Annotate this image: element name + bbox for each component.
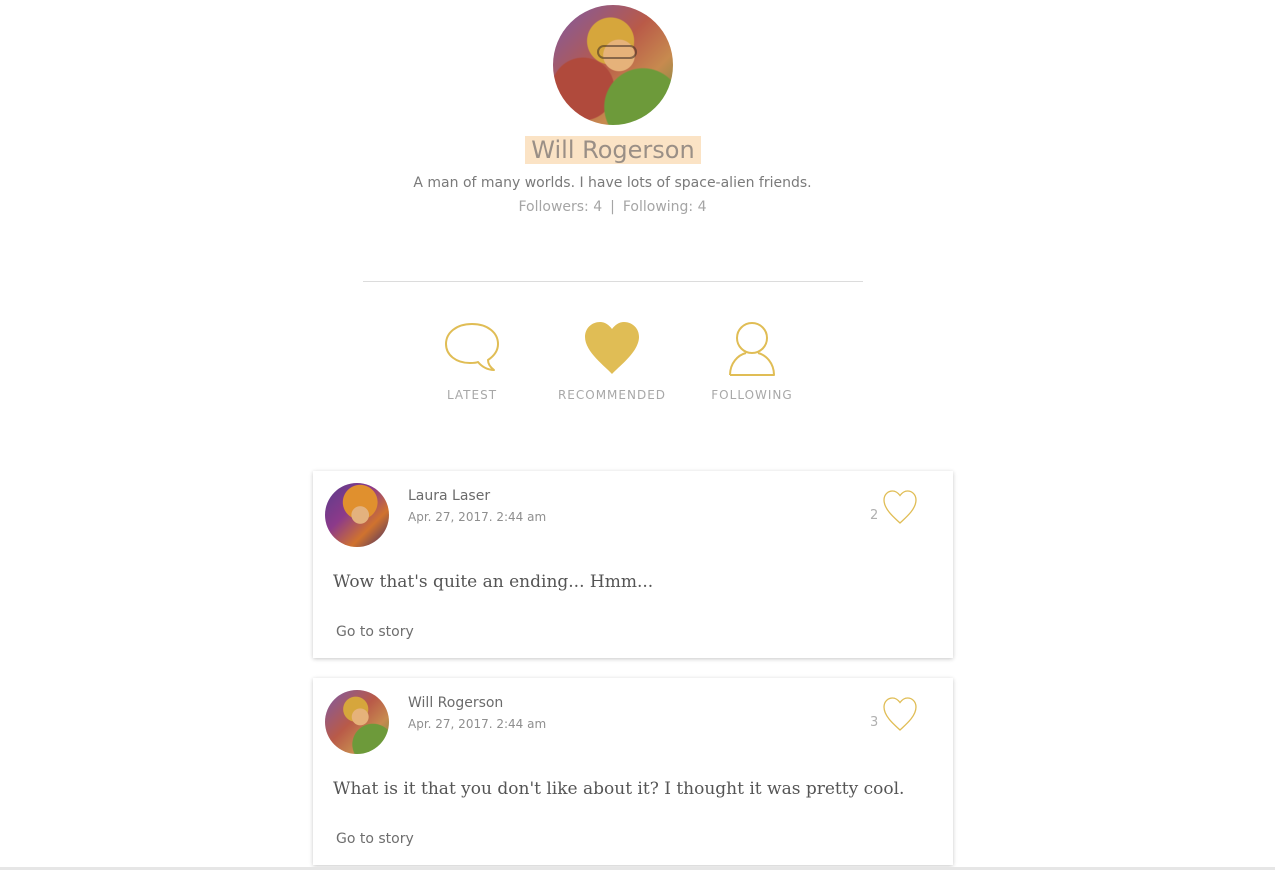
following-count[interactable]: Following: 4: [623, 199, 707, 215]
comment-avatar[interactable]: [325, 483, 389, 547]
comment-text: Wow that's quite an ending... Hmm...: [333, 572, 654, 592]
like-count: 2: [870, 508, 879, 523]
speech-bubble-icon: [445, 323, 499, 371]
comment-date: Apr. 27, 2017. 2:44 am: [408, 510, 547, 524]
tab-following-label: FOLLOWING: [711, 388, 793, 402]
profile-stats: Followers: 4 | Following: 4: [0, 199, 1225, 215]
comment-card: Will Rogerson Apr. 27, 2017. 2:44 am 3 W…: [313, 678, 953, 865]
tab-recommended[interactable]: RECOMMENDED: [547, 318, 677, 402]
comment-date: Apr. 27, 2017. 2:44 am: [408, 717, 547, 731]
like-count: 3: [870, 715, 879, 730]
like-heart-icon[interactable]: [882, 696, 918, 732]
tab-latest[interactable]: LATEST: [407, 318, 537, 402]
heart-icon: [585, 322, 639, 374]
stats-separator: |: [610, 199, 615, 215]
profile-avatar: [553, 5, 673, 125]
like-heart-icon[interactable]: [882, 489, 918, 525]
followers-count[interactable]: Followers: 4: [518, 199, 602, 215]
comment-author[interactable]: Will Rogerson: [408, 695, 503, 711]
go-to-story-link[interactable]: Go to story: [336, 624, 414, 640]
profile-bio: A man of many worlds. I have lots of spa…: [413, 175, 812, 191]
person-icon: [729, 322, 775, 376]
comment-author[interactable]: Laura Laser: [408, 488, 490, 504]
tab-recommended-label: RECOMMENDED: [557, 388, 667, 402]
profile-name: Will Rogerson: [525, 136, 701, 164]
tab-following[interactable]: FOLLOWING: [687, 318, 817, 402]
comment-avatar[interactable]: [325, 690, 389, 754]
tab-latest-label: LATEST: [446, 388, 498, 402]
go-to-story-link[interactable]: Go to story: [336, 831, 414, 847]
section-divider: [363, 281, 863, 282]
avatar-glasses-detail: [597, 45, 637, 59]
feed-tabs: LATEST RECOMMENDED FOLLOWING: [0, 318, 1275, 418]
comment-text: What is it that you don't like about it?…: [333, 779, 905, 799]
comment-card: Laura Laser Apr. 27, 2017. 2:44 am 2 Wow…: [313, 471, 953, 658]
